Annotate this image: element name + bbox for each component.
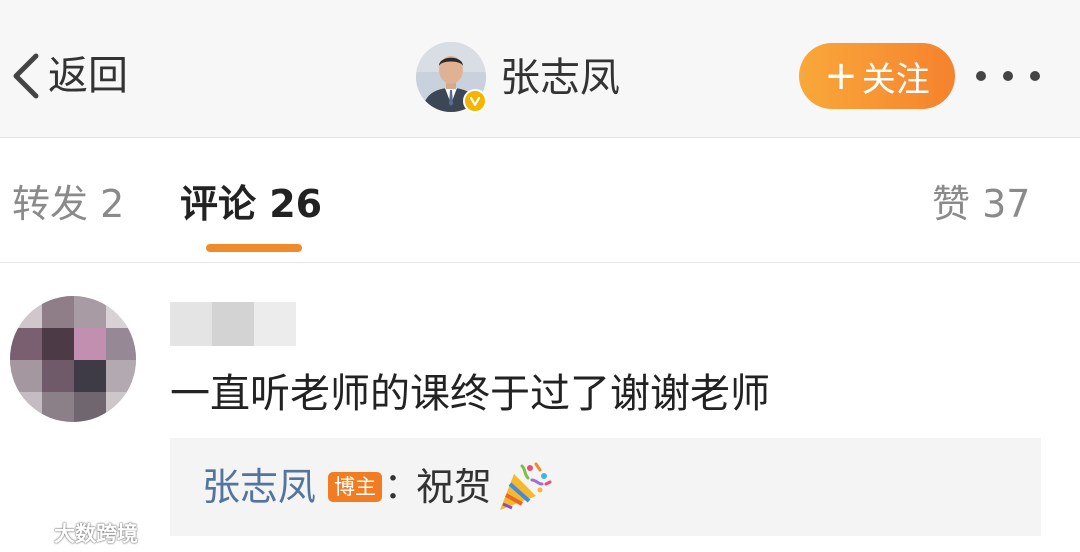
commenter-name-blurred[interactable] (170, 302, 296, 346)
chevron-left-icon (13, 53, 39, 99)
party-popper-icon (500, 462, 552, 510)
pixelated-avatar-icon (10, 296, 136, 422)
top-bar: 返回 张志凤 + 关注 (0, 0, 1080, 138)
more-dot-icon (976, 71, 986, 81)
commenter-avatar[interactable] (10, 296, 136, 422)
reply-author[interactable]: 张志凤 (202, 462, 316, 512)
comment-text: 一直听老师的课终于过了谢谢老师 (170, 371, 770, 417)
follow-button[interactable]: + 关注 (799, 43, 955, 109)
reply-separator: ： (384, 466, 421, 507)
reply-preview[interactable]: 张志凤 博主 ： 祝贺 (170, 438, 1041, 536)
blurred-name-segment (212, 302, 254, 346)
blurred-name-segment (254, 302, 296, 346)
watermark-logo-icon (8, 522, 50, 542)
back-button[interactable]: 返回 (6, 46, 128, 106)
tab-likes[interactable]: 赞 37 (932, 179, 1030, 229)
more-dot-icon (1030, 71, 1040, 81)
watermark: 大数跨境 (8, 518, 138, 548)
weibo-comment-screen: 返回 张志凤 + 关注 转发 2 评论 26 赞 37 一直听老师的课终于过了谢… (0, 0, 1080, 552)
more-dot-icon (1003, 71, 1013, 81)
back-label: 返回 (48, 53, 128, 99)
interaction-tabs: 转发 2 评论 26 赞 37 (0, 139, 1080, 263)
plus-icon: + (824, 53, 858, 99)
watermark-text: 大数跨境 (54, 522, 138, 546)
follow-label: 关注 (861, 59, 930, 100)
blogger-badge: 博主 (328, 472, 382, 502)
active-tab-indicator (206, 244, 302, 252)
tab-repost[interactable]: 转发 2 (12, 179, 124, 229)
reply-text: 祝贺 (416, 465, 493, 509)
verified-badge-icon (463, 89, 487, 113)
author-name[interactable]: 张志凤 (500, 50, 620, 106)
tab-comments[interactable]: 评论 26 (180, 179, 322, 229)
more-options-button[interactable] (972, 62, 1044, 90)
blurred-name-segment (170, 302, 212, 346)
